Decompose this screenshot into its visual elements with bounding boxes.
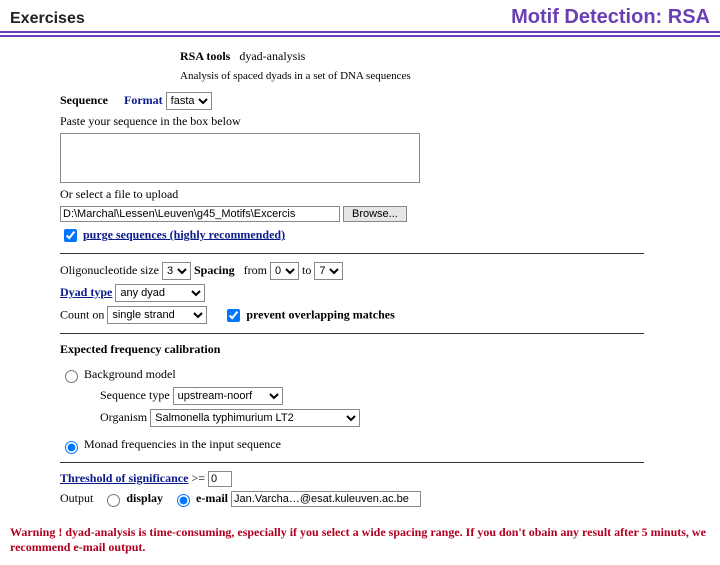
count-on-row: Count on single strand prevent overlappi… — [60, 306, 644, 325]
purge-link[interactable]: purge sequences (highly recommended) — [83, 227, 285, 241]
output-row: Output display e-mail — [60, 491, 644, 507]
or-upload-label: Or select a file to upload — [60, 187, 644, 202]
warning-text: Warning ! dyad-analysis is time-consumin… — [0, 519, 720, 565]
email-radio[interactable] — [177, 494, 190, 507]
bg-model-label: Background model — [84, 367, 176, 381]
threshold-op: >= — [191, 471, 205, 485]
purge-checkbox[interactable] — [64, 229, 77, 242]
file-row: Browse... — [60, 206, 644, 222]
count-on-label: Count on — [60, 307, 104, 321]
monad-row: Monad frequencies in the input sequence — [60, 437, 644, 453]
sequence-label: Sequence — [60, 93, 108, 107]
email-label: e-mail — [196, 491, 228, 505]
bg-model-radio[interactable] — [65, 370, 78, 383]
file-path-input[interactable] — [60, 206, 340, 222]
organism-label: Organism — [100, 410, 147, 424]
output-label: Output — [60, 491, 93, 505]
monad-label: Monad frequencies in the input sequence — [84, 437, 281, 451]
dyad-type-select[interactable]: any dyad — [115, 284, 205, 302]
spacing-label: Spacing — [194, 263, 235, 277]
sequence-row: Sequence Format fasta — [60, 92, 644, 110]
display-radio[interactable] — [107, 494, 120, 507]
threshold-row: Threshold of significance >= — [60, 471, 644, 487]
header-left: Exercises — [10, 10, 85, 28]
tool-title: RSA tools dyad-analysis — [180, 49, 644, 64]
spacing-from-select[interactable]: 0 — [270, 262, 299, 280]
spacing-to-select[interactable]: 7 — [314, 262, 343, 280]
tool-desc: Analysis of spaced dyads in a set of DNA… — [180, 70, 644, 82]
prevent-overlap-checkbox[interactable] — [227, 309, 240, 322]
organism-row: Organism Salmonella typhimurium LT2 — [100, 409, 644, 427]
browse-button[interactable]: Browse... — [343, 206, 407, 222]
threshold-link[interactable]: Threshold of significance — [60, 471, 188, 485]
email-input[interactable] — [231, 491, 421, 507]
oligo-row: Oligonucleotide size 3 Spacing from 0 to… — [60, 262, 644, 280]
dyad-type-row: Dyad type any dyad — [60, 284, 644, 302]
divider-3 — [60, 462, 644, 463]
header-right: Motif Detection: RSA — [511, 6, 710, 29]
oligo-label: Oligonucleotide size — [60, 263, 159, 277]
threshold-input[interactable] — [208, 471, 232, 487]
format-label: Format — [124, 93, 163, 107]
count-on-select[interactable]: single strand — [107, 306, 207, 324]
seq-type-select[interactable]: upstream-noorf — [173, 387, 283, 405]
slide-header: Exercises Motif Detection: RSA — [0, 0, 720, 37]
monad-radio[interactable] — [65, 441, 78, 454]
prevent-overlap-label: prevent overlapping matches — [246, 307, 394, 321]
form-content: RSA tools dyad-analysis Analysis of spac… — [0, 37, 660, 519]
to-label: to — [302, 263, 311, 277]
seq-type-label: Sequence type — [100, 388, 170, 402]
tool-name-prefix: RSA tools — [180, 49, 230, 63]
display-label: display — [126, 491, 163, 505]
sequence-textarea[interactable] — [60, 133, 420, 183]
divider-2 — [60, 333, 644, 334]
bg-model-row: Background model — [60, 367, 644, 383]
purge-row: purge sequences (highly recommended) — [60, 226, 644, 245]
dyad-type-label: Dyad type — [60, 285, 112, 299]
tool-name-suffix: dyad-analysis — [239, 49, 305, 63]
seq-type-row: Sequence type upstream-noorf — [100, 387, 644, 405]
divider-1 — [60, 253, 644, 254]
organism-select[interactable]: Salmonella typhimurium LT2 — [150, 409, 360, 427]
paste-hint: Paste your sequence in the box below — [60, 114, 644, 129]
oligo-size-select[interactable]: 3 — [162, 262, 191, 280]
from-label: from — [244, 263, 267, 277]
format-select[interactable]: fasta — [166, 92, 212, 110]
calibration-heading: Expected frequency calibration — [60, 342, 644, 357]
